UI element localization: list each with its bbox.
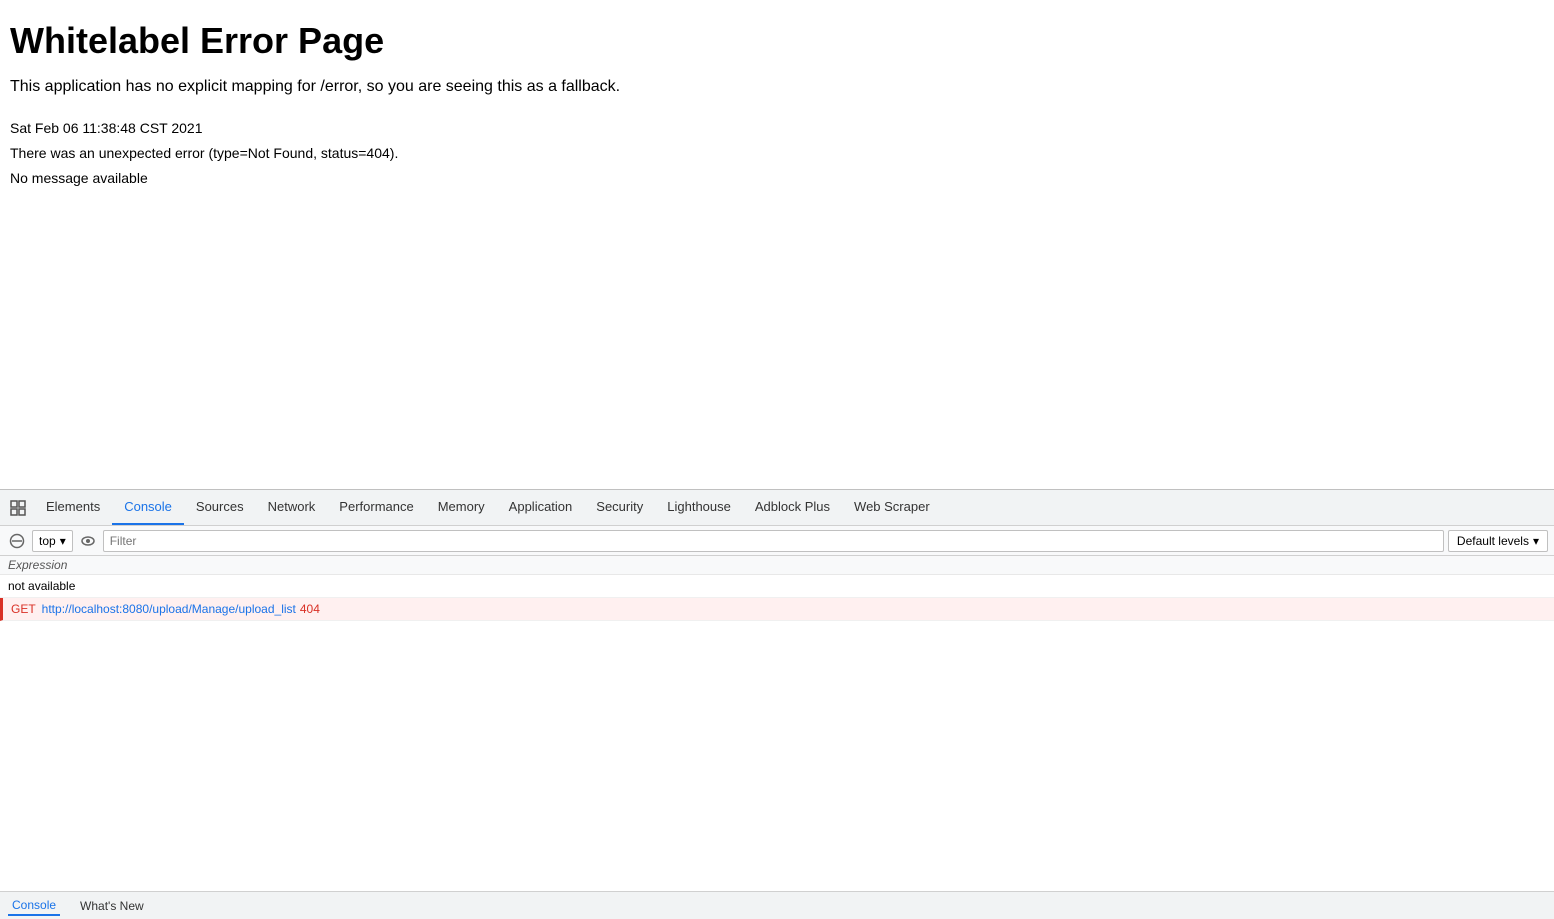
console-expression-label: Expression (0, 556, 1554, 575)
devtools-tab-memory[interactable]: Memory (426, 490, 497, 525)
console-toolbar: top ▾ Default levels ▾ (0, 526, 1554, 556)
devtools-tab-network[interactable]: Network (256, 490, 328, 525)
log-levels-chevron-icon: ▾ (1533, 534, 1539, 548)
console-error-row: GET http://localhost:8080/upload/Manage/… (0, 598, 1554, 621)
devtools-tab-sources[interactable]: Sources (184, 490, 256, 525)
context-selector[interactable]: top ▾ (32, 530, 73, 552)
devtools-tab-adblock[interactable]: Adblock Plus (743, 490, 842, 525)
error-details: Sat Feb 06 11:38:48 CST 2021 There was a… (10, 116, 1544, 192)
error-subtitle: This application has no explicit mapping… (10, 78, 1544, 96)
devtools-toolbar: ElementsConsoleSourcesNetworkPerformance… (0, 490, 1554, 526)
inspect-icon[interactable] (4, 494, 32, 522)
log-levels-button[interactable]: Default levels ▾ (1448, 530, 1548, 552)
console-output: Expression not available GET http://loca… (0, 556, 1554, 891)
live-expression-button[interactable] (77, 530, 99, 552)
statusbar-whatsnew[interactable]: What's New (76, 897, 148, 915)
console-not-available: not available (8, 579, 75, 593)
log-levels-label: Default levels (1457, 534, 1529, 548)
context-chevron-icon: ▾ (60, 534, 66, 548)
devtools-tab-console[interactable]: Console (112, 490, 184, 525)
error-type: There was an unexpected error (type=Not … (10, 141, 1544, 166)
statusbar-console[interactable]: Console (8, 896, 60, 916)
devtools-tab-lighthouse[interactable]: Lighthouse (655, 490, 743, 525)
devtools-statusbar: Console What's New (0, 891, 1554, 919)
console-log-row: not available (0, 575, 1554, 598)
devtools-tab-performance[interactable]: Performance (327, 490, 425, 525)
devtools-tab-security[interactable]: Security (584, 490, 655, 525)
console-filter-input[interactable] (103, 530, 1444, 552)
devtools-tab-webscraper[interactable]: Web Scraper (842, 490, 942, 525)
devtools-tabs: ElementsConsoleSourcesNetworkPerformance… (34, 490, 942, 525)
context-value: top (39, 534, 56, 548)
error-timestamp: Sat Feb 06 11:38:48 CST 2021 (10, 116, 1544, 141)
console-error-status: 404 (300, 602, 320, 616)
error-message: No message available (10, 166, 1544, 191)
console-error-method: GET (11, 602, 36, 616)
devtools-panel: ElementsConsoleSourcesNetworkPerformance… (0, 489, 1554, 919)
devtools-tab-application[interactable]: Application (497, 490, 585, 525)
clear-console-button[interactable] (6, 530, 28, 552)
page-title: Whitelabel Error Page (10, 20, 1544, 62)
page-content: Whitelabel Error Page This application h… (0, 0, 1554, 212)
devtools-tab-elements[interactable]: Elements (34, 490, 112, 525)
console-error-url[interactable]: http://localhost:8080/upload/Manage/uplo… (42, 602, 296, 616)
